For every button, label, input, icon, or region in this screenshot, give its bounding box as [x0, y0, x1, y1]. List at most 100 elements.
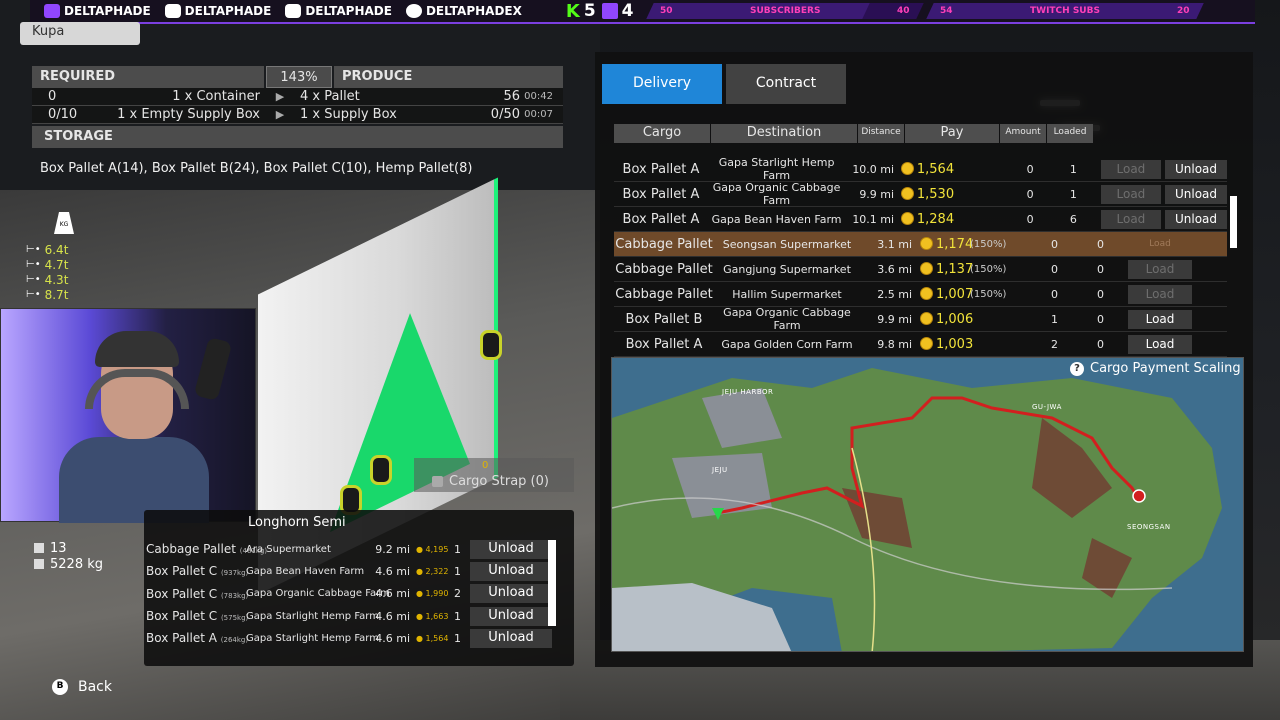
axle-weights: KG ⊢• 6.4t ⊢• 4.7t ⊢• 4.3t ⊢• 8.7t — [26, 212, 96, 302]
cargo-scrollbar[interactable] — [1230, 196, 1237, 248]
cargo-destination: Gapa Golden Corn Farm — [721, 337, 853, 351]
cargo-row[interactable]: Box Pallet B Gapa Organic Cabbage Farm 9.9… — [614, 306, 1227, 332]
unload-button[interactable]: Unload — [470, 561, 552, 581]
weight-row: ⊢• 4.3t — [26, 272, 96, 287]
kick-icon: K — [565, 0, 580, 22]
cargo-pay: ● 2,322 — [416, 566, 449, 576]
load-button[interactable]: Load — [1100, 159, 1161, 179]
cargo-row[interactable]: Box Pallet A Gapa Starlight Hemp Farm 10.0… — [614, 156, 1228, 182]
cargo-row[interactable]: Box Pallet A Gapa Bean Haven Farm 10.1 mi 1… — [614, 207, 1228, 232]
load-button[interactable]: Load — [1100, 209, 1161, 229]
cargo-loaded: 0 — [1097, 237, 1104, 251]
location-chip: Kupa — [20, 22, 140, 45]
cargo-payment-scaling[interactable]: ? Cargo Payment Scaling — [1070, 361, 1241, 376]
weight-row: ⊢• 8.7t — [26, 287, 96, 302]
cargo-pay: 1,007 — [936, 286, 974, 302]
load-button[interactable]: Load — [1128, 259, 1192, 279]
cargo-amount: 0 — [1051, 237, 1058, 251]
cargo-amount: 2 — [1051, 337, 1058, 351]
cargo-weight-value: 5228 kg — [50, 556, 103, 572]
cargo-name: Box Pallet A (264kg) — [146, 631, 249, 646]
axle-icon: ⊢• — [26, 259, 41, 270]
coin-icon — [898, 185, 917, 204]
unload-button[interactable]: Unload — [1164, 184, 1228, 204]
required-header: REQUIRED — [32, 66, 264, 88]
production-row: 0 1 x Container ▶ 4 x Pallet 56 00:42 — [32, 88, 563, 106]
help-icon: ? — [1070, 361, 1084, 376]
back-button[interactable]: B Back — [52, 679, 112, 695]
twitter-icon — [405, 4, 422, 18]
cargo-amount: 1 — [454, 542, 461, 556]
goal-right: 40 — [896, 6, 910, 16]
tab-delivery[interactable]: Delivery — [602, 64, 722, 104]
cargo-amount: 0 — [1026, 187, 1034, 201]
cargo-destination: Seongsan Supermarket — [722, 237, 852, 251]
coin-icon — [916, 335, 936, 354]
cargo-destination: Gapa Organic Cabbage Farm — [246, 588, 390, 600]
cargo-distance: 2.5 mi — [877, 287, 912, 301]
cargo-row[interactable]: Cabbage Pallet Gangjung Supermarket 3.6 mi… — [614, 257, 1227, 282]
cargo-name: Box Pallet B — [625, 311, 703, 327]
load-button[interactable]: Load — [1128, 334, 1192, 354]
cargo-distance: 3.1 mi — [877, 237, 912, 251]
twitch-count: 4 — [621, 1, 634, 21]
webcam-overlay — [0, 308, 256, 523]
cargo-distance: 9.2 mi — [375, 542, 410, 556]
cargo-strap[interactable]: 0 Cargo Strap (0) — [414, 458, 574, 492]
production-table: REQUIRED 143% PRODUCE 0 1 x Container ▶ … — [32, 66, 563, 148]
stream-banner: DELTAPHADE DELTAPHADE DELTAPHADE DELTAPH… — [30, 0, 1255, 24]
map-label: JEJU — [712, 466, 728, 474]
cargo-loaded: 1 — [1069, 187, 1077, 201]
cargo-strap-text: Cargo Strap (0) — [449, 474, 549, 489]
b-button-icon: B — [52, 679, 68, 695]
req-item: 1 x Empty Supply Box — [117, 107, 260, 122]
cargo-name: Box Pallet C (937kg) — [146, 564, 249, 579]
cargo-distance: 3.6 mi — [877, 262, 912, 276]
cargo-row[interactable]: Cabbage Pallet Hallim Supermarket 2.5 mi 1,… — [614, 282, 1227, 307]
cargo-pay: 1,137 — [936, 261, 974, 277]
production-percent: 143% — [266, 66, 332, 88]
cargo-pay: ● 1,564 — [416, 633, 449, 643]
cargo-table-header: Cargo Destination Distance Pay Amount Lo… — [614, 124, 1227, 143]
cargo-pay: ● 1,663 — [416, 611, 449, 621]
microphone — [193, 336, 233, 402]
axle-icon: ⊢• — [26, 244, 41, 255]
cargo-name: Cabbage Pallet (461kg) — [146, 542, 268, 557]
prod-amount: 56 — [503, 89, 520, 104]
twitch-icon — [601, 3, 618, 19]
unload-button[interactable]: Unload — [1164, 209, 1228, 229]
unload-button[interactable]: Unload — [470, 606, 552, 626]
cargo-name: Box Pallet C (575kg) — [146, 609, 249, 624]
unload-button[interactable]: Unload — [1164, 159, 1228, 179]
load-button[interactable]: Load — [1128, 235, 1192, 254]
cargo-distance: 9.9 mi — [877, 312, 912, 326]
cargo-row[interactable]: Cabbage Pallet Seongsan Supermarket 3.1 mi… — [614, 232, 1227, 257]
cargo-distance: 4.6 mi — [375, 587, 410, 601]
cargo-pay: 1,530 — [916, 186, 955, 202]
prod-time: 00:42 — [524, 91, 553, 102]
load-button[interactable]: Load — [1100, 184, 1161, 204]
vehicle-scrollbar[interactable] — [548, 540, 556, 626]
unload-button[interactable]: Unload — [470, 539, 552, 559]
route-map[interactable]: JEJU HARBOR JEJU GU-JWA SEONGSAN — [611, 357, 1244, 652]
social-handle: DELTAPHADE — [305, 4, 392, 18]
cargo-name: Box Pallet A — [622, 186, 700, 202]
vehicle-cargo-row: Box Pallet C (937kg) Gapa Bean Haven Farm… — [146, 560, 558, 582]
cargo-loaded: 0 — [1097, 337, 1104, 351]
tab-contract[interactable]: Contract — [726, 64, 846, 104]
wheel — [370, 455, 392, 485]
youtube-icon — [285, 4, 302, 18]
box-icon — [34, 543, 44, 553]
cargo-row[interactable]: Box Pallet A Gapa Organic Cabbage Farm 9.9… — [614, 181, 1228, 207]
load-button[interactable]: Load — [1128, 309, 1192, 329]
load-button[interactable]: Load — [1128, 284, 1192, 304]
cargo-loaded: 0 — [1097, 262, 1104, 276]
unload-button[interactable]: Unload — [470, 584, 552, 604]
goal-label: SUBSCRIBERS — [749, 6, 820, 16]
cargo-name: Cabbage Pallet — [615, 261, 713, 277]
destination-pin-icon — [1132, 489, 1146, 503]
cargo-distance: 10.0 mi — [852, 162, 895, 176]
unload-button[interactable]: Unload — [470, 628, 552, 648]
cargo-row[interactable]: Box Pallet A Gapa Golden Corn Farm 9.8 mi 1… — [614, 332, 1227, 357]
social-handle: DELTAPHADE — [64, 4, 151, 18]
